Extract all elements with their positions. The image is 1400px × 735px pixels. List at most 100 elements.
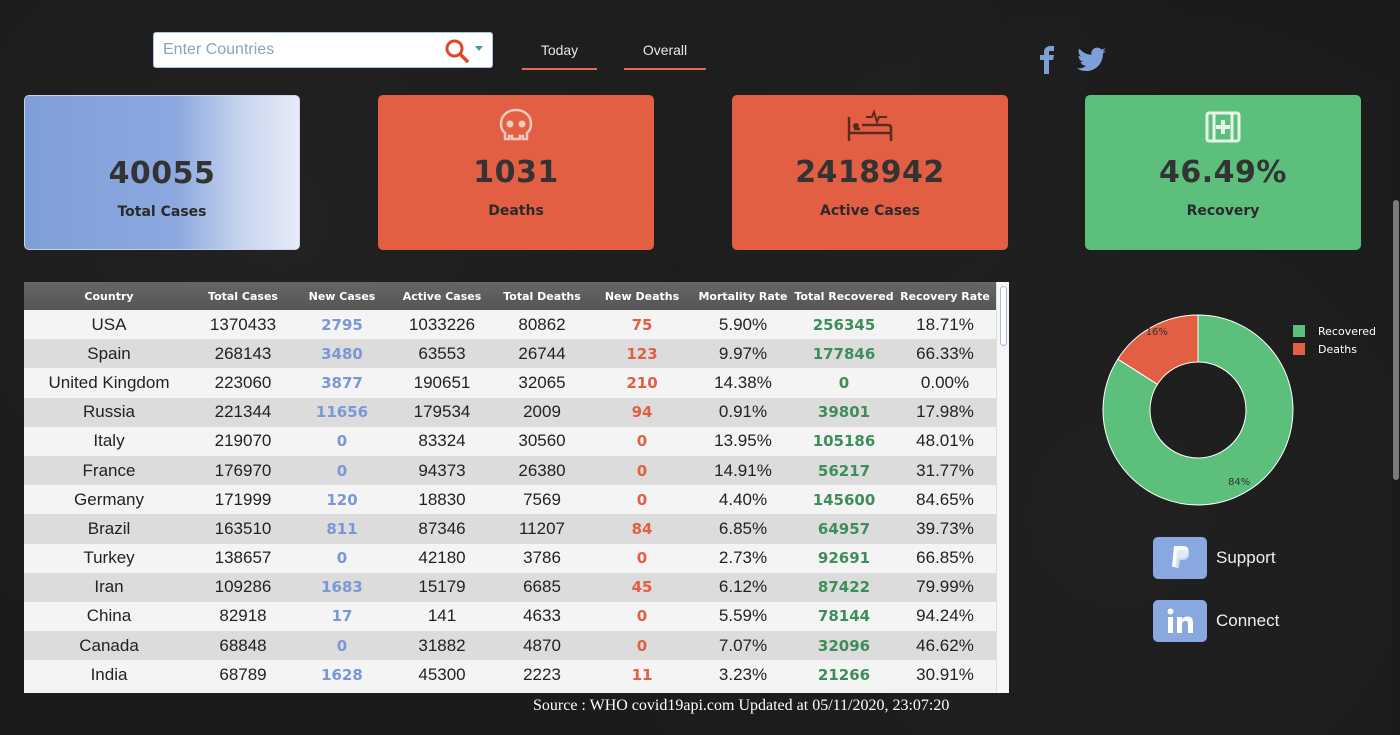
total-cases-value: 40055: [108, 156, 216, 191]
country-table[interactable]: Country Total Cases New Cases Active Cases T…: [24, 282, 1009, 693]
connect-button[interactable]: Connect: [1153, 600, 1279, 642]
hospital-bed-icon: [847, 108, 893, 141]
table-cell: 18.71%: [916, 314, 974, 334]
column-header[interactable]: Total Recovered: [794, 282, 894, 310]
table-cell: India: [90, 664, 128, 684]
table-row[interactable]: Canada 68848 0 31882 4870 0 7.07% 32096 46.62%: [24, 631, 996, 661]
table-cell: 18830: [418, 489, 466, 509]
source-text: Source : WHO covid19api.com Updated at 0…: [533, 697, 950, 714]
connect-label[interactable]: Connect: [1216, 611, 1279, 631]
search-icon[interactable]: [444, 38, 470, 64]
table-cell: 2.73%: [718, 548, 768, 568]
table-cell: 0.91%: [718, 402, 768, 422]
table-cell: 7569: [523, 489, 561, 509]
page-scrollbar[interactable]: [1392, 0, 1400, 735]
table-cell: 26380: [518, 460, 566, 480]
column-header[interactable]: New Cases: [292, 282, 392, 310]
table-cell: 3480: [321, 344, 363, 363]
table-cell: 176970: [214, 460, 272, 480]
table-cell: 64957: [817, 519, 871, 538]
table-cell: United Kingdom: [48, 372, 170, 392]
table-cell: 171999: [214, 489, 272, 509]
table-row[interactable]: Italy 219070 0 83324 30560 0 13.95% 105186 48.01…: [24, 426, 996, 456]
table-row[interactable]: United Kingdom 223060 3877 190651 32065 210 14…: [24, 368, 996, 398]
active-cases-label: Active Cases: [819, 203, 920, 219]
table-cell: 75: [631, 315, 653, 334]
chevron-down-icon[interactable]: [475, 46, 483, 51]
table-cell: 141: [427, 606, 457, 626]
table-cell: 2223: [523, 664, 561, 684]
table-cell: 0: [636, 549, 648, 568]
support-button[interactable]: Support: [1153, 537, 1276, 579]
column-header[interactable]: Recovery Rate: [894, 282, 996, 310]
facebook-icon[interactable]: [1036, 46, 1058, 74]
country-search[interactable]: [153, 32, 493, 68]
table-cell: 221344: [214, 402, 272, 422]
table-cell: 1628: [321, 665, 363, 684]
table-scrollbar[interactable]: [996, 282, 1009, 693]
legend-item-deaths: Deaths: [1293, 340, 1376, 358]
scrollbar-thumb[interactable]: [1000, 286, 1007, 346]
table-cell: 223060: [214, 372, 272, 392]
table-cell: 68848: [219, 635, 267, 655]
table-row[interactable]: Russia 221344 11656 179534 2009 94 0.91% 39801 1…: [24, 397, 996, 427]
paypal-badge[interactable]: [1153, 537, 1207, 579]
table-cell: 163510: [214, 518, 272, 538]
table-cell: 0: [636, 607, 648, 626]
table-row[interactable]: France 176970 0 94373 26380 0 14.91% 56217 31.77…: [24, 455, 996, 486]
table-cell: 39801: [817, 403, 871, 422]
table-row[interactable]: Iran 109286 1683 15179 6685 45 6.12% 87422 79.99…: [24, 572, 996, 602]
column-header[interactable]: Total Deaths: [492, 282, 592, 310]
table-cell: 82918: [219, 606, 267, 626]
page-scrollbar-thumb[interactable]: [1393, 200, 1399, 480]
tab-today[interactable]: Today: [522, 40, 597, 70]
table-cell: 32096: [817, 636, 871, 655]
table-cell: 68789: [219, 664, 267, 684]
donut-data-label: 16%: [1146, 327, 1168, 338]
twitter-icon[interactable]: [1077, 46, 1107, 74]
recovery-card: 46.49% Recovery: [1085, 95, 1361, 250]
active-cases-card: 2418942 Active Cases: [732, 95, 1008, 250]
table-cell: 1683: [321, 578, 363, 597]
column-header[interactable]: New Deaths: [592, 282, 692, 310]
table-cell: 177846: [812, 344, 876, 363]
table-cell: 39.73%: [916, 518, 974, 538]
table-cell: 21266: [817, 665, 871, 684]
chart-legend: Recovered Deaths: [1293, 322, 1376, 358]
table-cell: 94: [631, 403, 653, 422]
table-cell: 0: [636, 490, 648, 509]
paypal-icon: [1172, 546, 1190, 568]
table-row[interactable]: China 82918 17 141 4633 0 5.59% 78144 94.24%: [24, 601, 996, 632]
table-body: USA 1370433 2795 1033226 80862 75 5.90% 256345 1…: [24, 310, 996, 690]
table-cell: 0: [336, 461, 348, 480]
table-row[interactable]: Brazil 163510 811 87346 11207 84 6.85% 64957 39.…: [24, 514, 996, 544]
table-cell: 14.91%: [714, 460, 772, 480]
active-cases-value: 2418942: [795, 155, 945, 190]
table-cell: 105186: [812, 432, 876, 451]
table-cell: 94373: [418, 460, 466, 480]
table-cell: 42180: [418, 548, 466, 568]
table-cell: 66.33%: [916, 343, 974, 363]
support-label[interactable]: Support: [1216, 548, 1276, 568]
table-cell: 3786: [523, 548, 561, 568]
table-row[interactable]: Germany 171999 120 18830 7569 0 4.40% 145600 84.…: [24, 485, 996, 515]
table-header-row: Country Total Cases New Cases Active Cases T…: [24, 282, 996, 310]
legend-label-recovered: Recovered: [1318, 324, 1377, 338]
table-cell: 268143: [214, 343, 272, 363]
table-row[interactable]: Spain 268143 3480 63553 26744 123 9.97% 177846 6…: [24, 339, 996, 369]
search-input[interactable]: [154, 33, 434, 67]
table-row[interactable]: India 68789 1628 45300 2223 11 3.23% 21266 30.91…: [24, 660, 996, 690]
table-cell: 15179: [418, 577, 466, 597]
table-cell: 4633: [523, 606, 561, 626]
table-row[interactable]: USA 1370433 2795 1033226 80862 75 5.90% 256345 1…: [24, 310, 996, 340]
column-header[interactable]: Active Cases: [392, 282, 492, 310]
total-cases-label: Total Cases: [117, 204, 207, 220]
column-header[interactable]: Total Cases: [194, 282, 292, 310]
table-cell: 17: [331, 607, 353, 626]
tab-overall[interactable]: Overall: [624, 40, 706, 70]
column-header[interactable]: Country: [24, 282, 194, 310]
table-row[interactable]: Turkey 138657 0 42180 3786 0 2.73% 92691 66.85%: [24, 543, 996, 573]
linkedin-badge[interactable]: [1153, 600, 1207, 642]
table-cell: 87422: [817, 578, 871, 597]
column-header[interactable]: Mortality Rate: [692, 282, 794, 310]
